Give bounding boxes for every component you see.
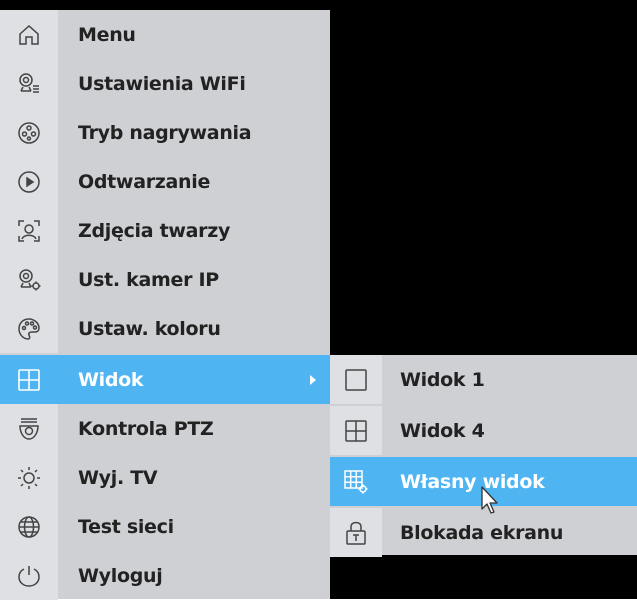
submenu-item-view-1[interactable]: Widok 1: [330, 355, 637, 404]
submenu-item-screen-lock[interactable]: Blokada ekranu: [330, 508, 637, 557]
view-submenu: Widok 1 Widok 4 Własny widok Blokada ekr…: [330, 355, 637, 557]
menu-item-wifi-settings[interactable]: Ustawienia WiFi: [0, 59, 330, 108]
record-mode-icon: [0, 108, 58, 157]
menu-item-network-test[interactable]: Test sieci: [0, 502, 330, 551]
menu-item-label: Wyloguj: [78, 564, 163, 587]
menu-item-label: Odtwarzanie: [78, 170, 211, 193]
menu-item-tv-output[interactable]: Wyj. TV: [0, 453, 330, 502]
home-icon: [0, 10, 58, 59]
ip-camera-settings-icon: [0, 255, 58, 304]
menu-item-menu[interactable]: Menu: [0, 10, 330, 59]
power-icon: [0, 551, 58, 600]
submenu-arrow-icon: [310, 374, 316, 385]
menu-item-label: Menu: [78, 23, 136, 46]
mouse-cursor-icon: [481, 486, 498, 514]
wifi-camera-settings-icon: [0, 59, 58, 108]
custom-view-icon: [330, 457, 382, 506]
face-capture-icon: [0, 206, 58, 255]
menu-item-playback[interactable]: Odtwarzanie: [0, 157, 330, 206]
menu-item-color-settings[interactable]: Ustaw. koloru: [0, 304, 330, 353]
menu-item-face-capture[interactable]: Zdjęcia twarzy: [0, 206, 330, 255]
menu-item-logout[interactable]: Wyloguj: [0, 551, 330, 600]
menu-item-label: Ustaw. koloru: [78, 317, 221, 340]
menu-item-label: Widok: [78, 368, 144, 391]
menu-item-label: Test sieci: [78, 515, 174, 538]
lock-screen-icon: [330, 508, 382, 557]
menu-item-label: Kontrola PTZ: [78, 417, 214, 440]
globe-icon: [0, 502, 58, 551]
sun-brightness-icon: [0, 453, 58, 502]
ptz-camera-icon: [0, 404, 58, 453]
submenu-item-label: Widok 1: [400, 368, 485, 391]
menu-item-ip-camera-settings[interactable]: Ust. kamer IP: [0, 255, 330, 304]
menu-item-record-mode[interactable]: Tryb nagrywania: [0, 108, 330, 157]
main-context-menu: Menu Ustawienia WiFi Tryb nagrywania Odt…: [0, 10, 330, 600]
menu-item-label: Ust. kamer IP: [78, 268, 219, 291]
menu-item-label: Wyj. TV: [78, 466, 158, 489]
single-view-icon: [330, 355, 382, 404]
submenu-item-label: Własny widok: [400, 470, 545, 493]
menu-item-ptz-control[interactable]: Kontrola PTZ: [0, 404, 330, 453]
submenu-item-label: Blokada ekranu: [400, 521, 564, 544]
submenu-item-label: Widok 4: [400, 419, 485, 442]
submenu-item-view-4[interactable]: Widok 4: [330, 406, 637, 455]
menu-item-label: Zdjęcia twarzy: [78, 219, 231, 242]
color-palette-icon: [0, 304, 58, 353]
grid-view-icon: [0, 355, 58, 404]
menu-item-label: Ustawienia WiFi: [78, 72, 246, 95]
menu-item-label: Tryb nagrywania: [78, 121, 252, 144]
quad-view-icon: [330, 406, 382, 455]
menu-item-view[interactable]: Widok: [0, 355, 330, 404]
play-icon: [0, 157, 58, 206]
